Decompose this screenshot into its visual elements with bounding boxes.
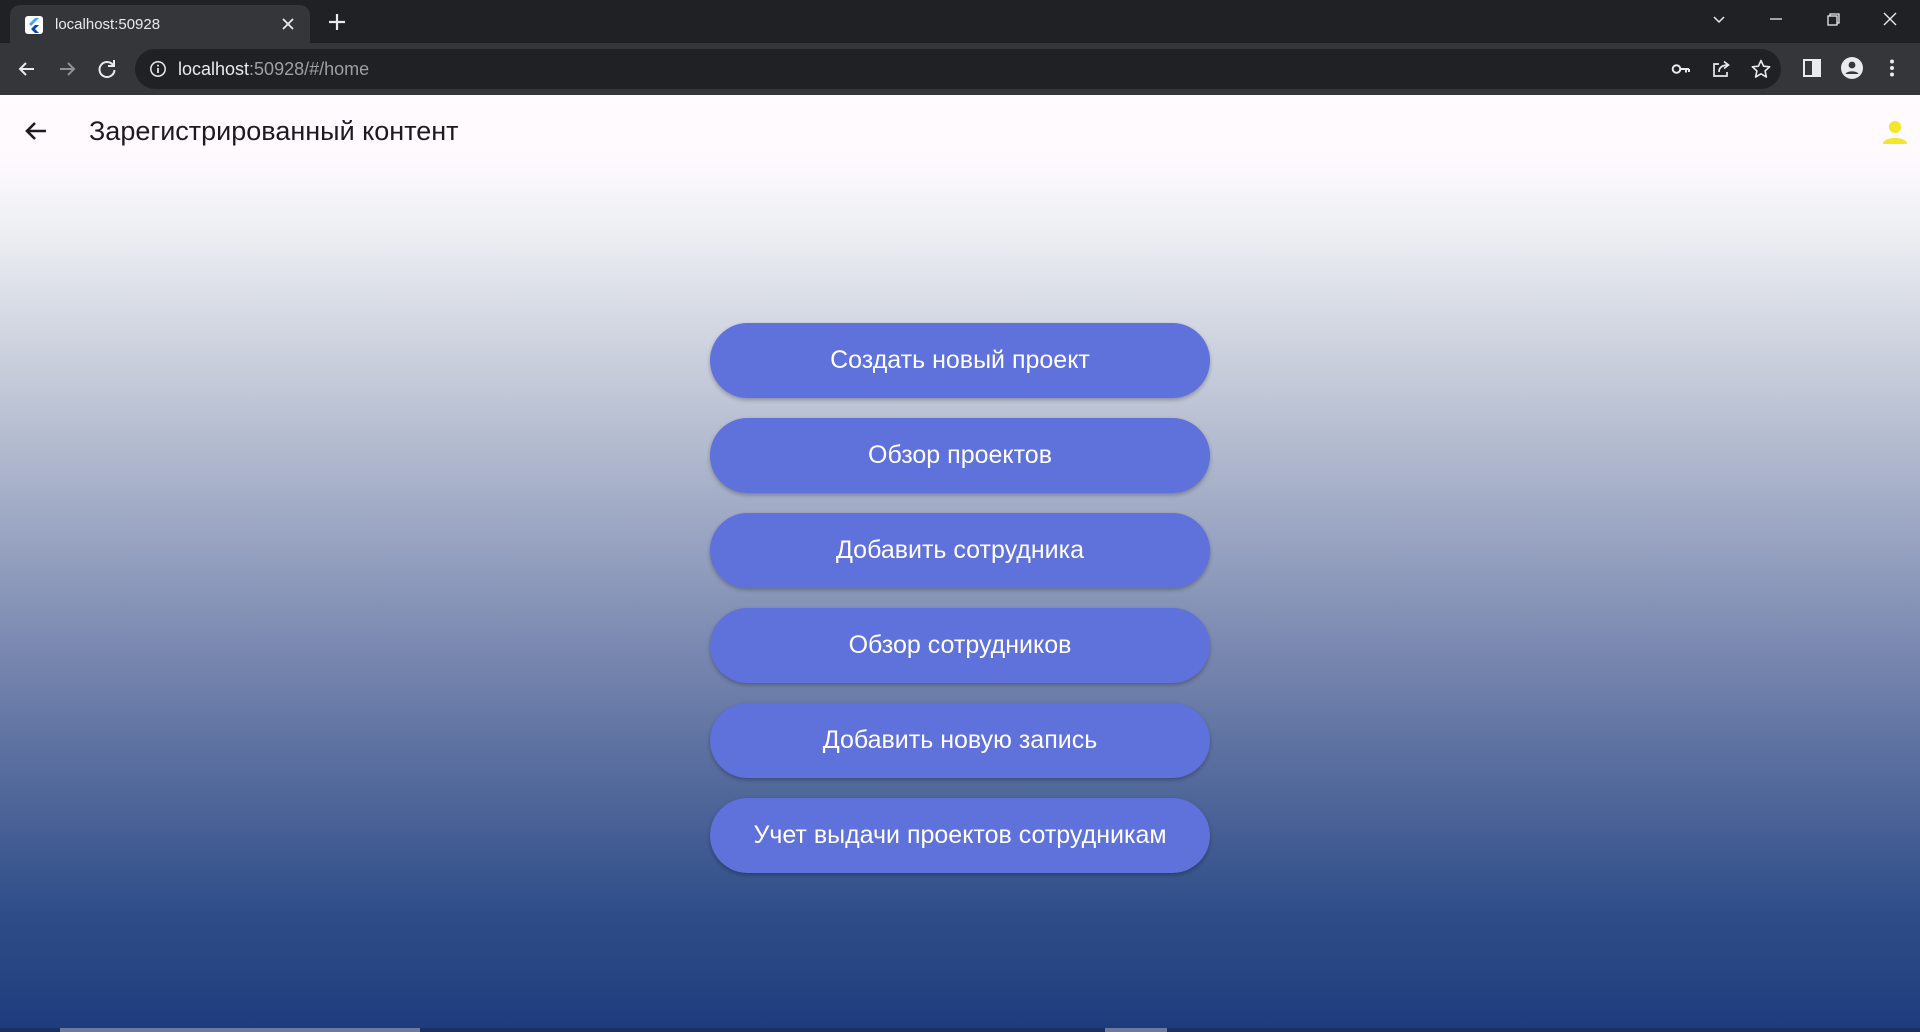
key-icon[interactable] (1670, 58, 1692, 80)
arrow-left-icon[interactable] (13, 55, 41, 83)
main-menu: Создать новый проект Обзор проектов Доба… (710, 323, 1210, 893)
browser-tab-strip: localhost:50928 (0, 0, 1920, 43)
arrow-right-icon[interactable] (53, 55, 81, 83)
add-employee-button[interactable]: Добавить сотрудника (710, 513, 1210, 588)
url-path: :50928/#/home (249, 59, 370, 79)
address-bar[interactable]: localhost:50928/#/home (135, 49, 1781, 89)
new-tab-icon[interactable] (326, 11, 348, 33)
app-page: Зарегистрированный контент Создать новый… (0, 95, 1920, 1032)
url-host: localhost (178, 59, 250, 79)
close-tab-icon[interactable] (279, 15, 297, 33)
reload-icon[interactable] (93, 55, 121, 83)
scrollbar-thumb-secondary[interactable] (1105, 1028, 1167, 1032)
minimize-icon[interactable] (1763, 6, 1789, 32)
tab-title: localhost:50928 (55, 16, 161, 33)
flutter-icon (25, 16, 43, 34)
restore-icon[interactable] (1820, 6, 1846, 32)
star-icon[interactable] (1750, 58, 1772, 80)
horizontal-scrollbar[interactable] (0, 1028, 1920, 1032)
scrollbar-thumb[interactable] (60, 1028, 420, 1032)
share-icon[interactable] (1710, 58, 1732, 80)
add-record-button[interactable]: Добавить новую запись (710, 703, 1210, 778)
close-window-icon[interactable] (1877, 6, 1903, 32)
page-title: Зарегистрированный контент (89, 116, 459, 146)
person-icon[interactable] (1879, 116, 1911, 148)
browser-tab[interactable]: localhost:50928 (10, 5, 310, 43)
app-bar: Зарегистрированный контент (0, 95, 1920, 167)
side-panel-icon[interactable] (1800, 56, 1824, 80)
project-issuance-log-button[interactable]: Учет выдачи проектов сотрудникам (710, 798, 1210, 873)
arrow-left-icon[interactable] (18, 113, 54, 149)
more-vert-icon[interactable] (1880, 56, 1904, 80)
browser-toolbar: localhost:50928/#/home (0, 43, 1920, 95)
person-icon[interactable] (1840, 56, 1864, 80)
create-project-button[interactable]: Создать новый проект (710, 323, 1210, 398)
projects-overview-button[interactable]: Обзор проектов (710, 418, 1210, 493)
tab-search-icon[interactable] (1706, 6, 1732, 32)
employees-overview-button[interactable]: Обзор сотрудников (710, 608, 1210, 683)
info-icon[interactable] (149, 60, 167, 78)
url-text[interactable]: localhost:50928/#/home (178, 59, 369, 80)
